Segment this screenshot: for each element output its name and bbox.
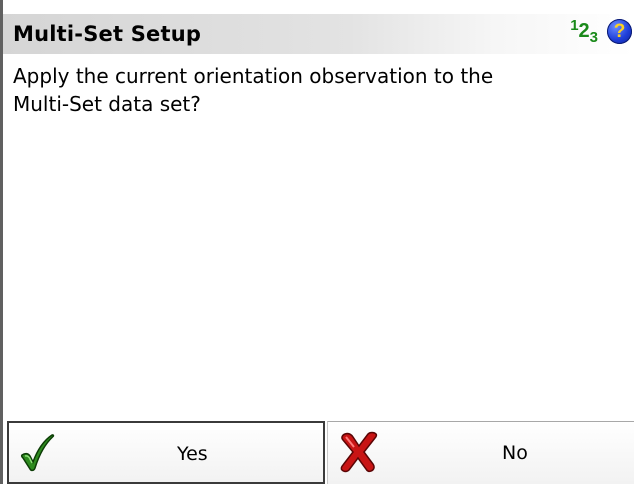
checkmark-icon [19, 433, 55, 477]
title-bar: Multi-Set Setup 123 ? [3, 14, 634, 54]
input-mode-digit-3: 3 [589, 29, 598, 46]
numeric-input-mode-indicator[interactable]: 123 [570, 18, 598, 45]
input-mode-digit-1: 1 [570, 17, 579, 34]
help-icon[interactable]: ? [607, 19, 632, 44]
message-line-1: Apply the current orientation observatio… [13, 64, 494, 88]
input-mode-digit-2: 2 [578, 20, 590, 42]
dialog-screen: Multi-Set Setup 123 ? Apply the current … [0, 0, 634, 484]
button-bar: Yes No [3, 421, 634, 484]
message-line-2: Multi-Set data set? [13, 92, 201, 116]
confirmation-message: Apply the current orientation observatio… [13, 62, 613, 118]
yes-button[interactable]: Yes [7, 421, 325, 484]
window-frame-left [0, 0, 3, 484]
no-button[interactable]: No [327, 421, 634, 484]
dialog-title: Multi-Set Setup [13, 22, 202, 46]
cross-icon [338, 431, 380, 477]
yes-button-label: Yes [177, 443, 208, 465]
no-button-label: No [502, 442, 528, 464]
